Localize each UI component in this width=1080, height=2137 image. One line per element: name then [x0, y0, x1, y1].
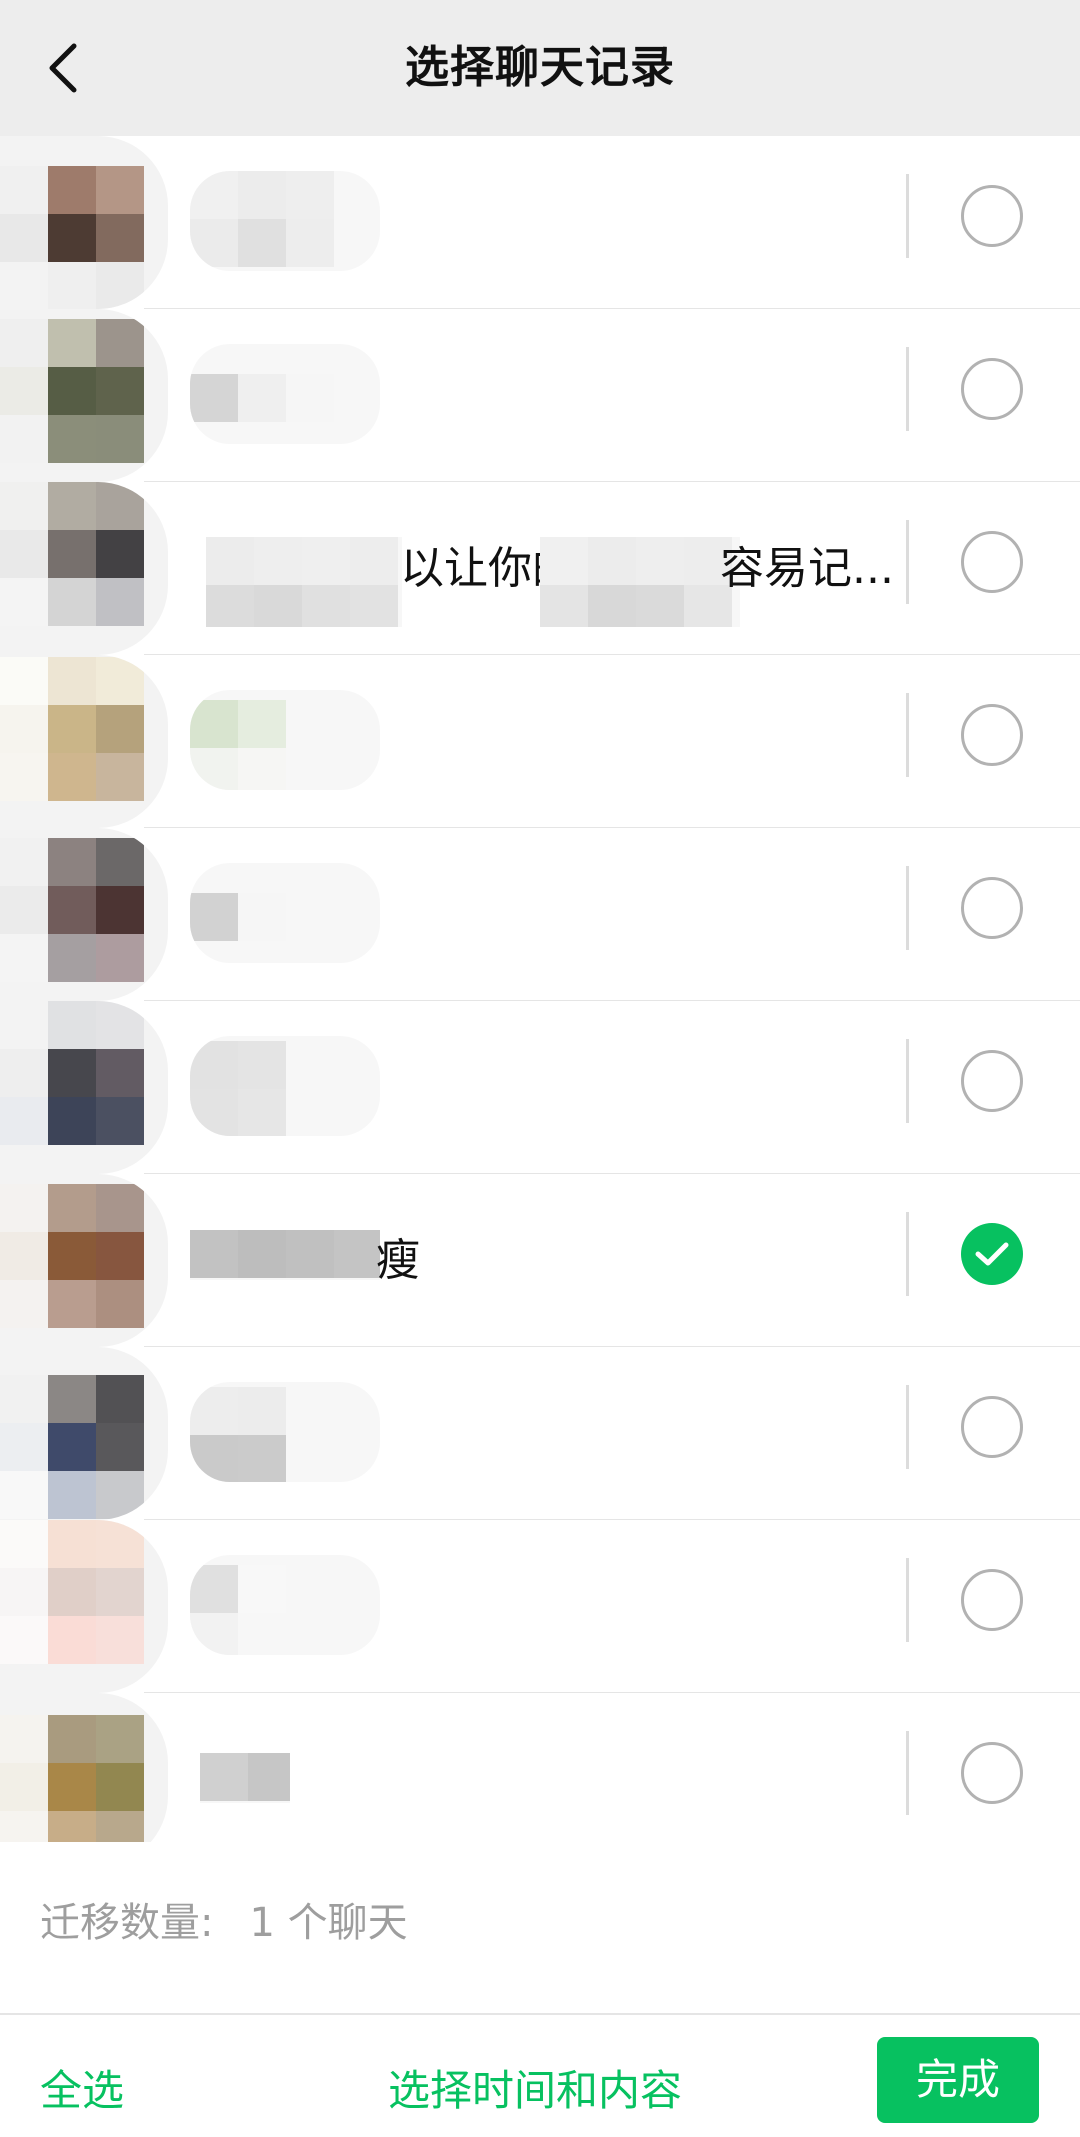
avatar	[0, 1347, 168, 1520]
migrate-count: 迁移数量: 1 个聊天	[40, 1890, 408, 1948]
select-radio[interactable]	[961, 1396, 1023, 1458]
done-button[interactable]: 完成	[877, 2037, 1039, 2123]
select-radio[interactable]	[961, 877, 1023, 939]
check-icon	[975, 1242, 1009, 1266]
migrate-count-value: 1 个聊天	[249, 1900, 408, 1946]
select-chat-records-screen: 选择聊天记录 以让你的 容易记... 瘦 迁移数量: 1 个聊天 全选 选择时间…	[0, 0, 1080, 2137]
chat-row[interactable]	[0, 136, 1080, 309]
row-divider	[906, 1039, 909, 1123]
chat-row[interactable]	[0, 1520, 1080, 1693]
row-divider	[906, 866, 909, 950]
select-time-content-button[interactable]: 选择时间和内容	[388, 2057, 682, 2118]
row-divider	[906, 347, 909, 431]
chat-preview-text: 瘦	[376, 1235, 420, 1286]
chat-row[interactable]	[0, 1693, 1080, 1842]
select-radio[interactable]	[961, 1569, 1023, 1631]
avatar	[0, 1520, 168, 1693]
avatar	[0, 1001, 168, 1174]
name-mosaic	[190, 1036, 380, 1136]
avatar	[0, 828, 168, 1001]
page-title: 选择聊天记录	[405, 42, 675, 93]
chat-preview-text: 容易记...	[720, 543, 894, 594]
name-mosaic	[206, 537, 402, 627]
avatar	[0, 1693, 168, 1842]
migrate-count-label: 迁移数量:	[40, 1900, 214, 1946]
select-all-button[interactable]: 全选	[40, 2057, 124, 2118]
chat-row[interactable]: 瘦	[0, 1174, 1080, 1347]
chat-row[interactable]: 以让你的 容易记...	[0, 482, 1080, 655]
row-divider	[906, 1385, 909, 1469]
name-mosaic	[190, 344, 380, 444]
name-mosaic	[190, 1382, 380, 1482]
name-mosaic	[190, 1555, 380, 1655]
name-mosaic	[540, 537, 740, 627]
name-mosaic	[200, 1753, 290, 1803]
name-mosaic	[190, 1230, 380, 1280]
row-divider	[906, 520, 909, 604]
chat-list[interactable]: 以让你的 容易记... 瘦	[0, 136, 1080, 1842]
row-divider	[906, 1558, 909, 1642]
avatar	[0, 482, 168, 655]
avatar	[0, 655, 168, 828]
select-radio-checked[interactable]	[961, 1223, 1023, 1285]
select-radio[interactable]	[961, 531, 1023, 593]
avatar	[0, 1174, 168, 1347]
row-divider	[906, 174, 909, 258]
row-divider	[906, 1731, 909, 1815]
chat-row[interactable]	[0, 1001, 1080, 1174]
select-radio[interactable]	[961, 1742, 1023, 1804]
row-divider	[906, 1212, 909, 1296]
avatar	[0, 309, 168, 482]
select-radio[interactable]	[961, 704, 1023, 766]
chat-row[interactable]	[0, 655, 1080, 828]
header-bar: 选择聊天记录	[0, 0, 1080, 136]
chat-row[interactable]	[0, 828, 1080, 1001]
select-radio[interactable]	[961, 358, 1023, 420]
name-mosaic	[190, 171, 380, 271]
select-radio[interactable]	[961, 1050, 1023, 1112]
name-mosaic	[190, 863, 380, 963]
name-mosaic	[190, 690, 380, 790]
row-divider	[906, 693, 909, 777]
chat-row[interactable]	[0, 1347, 1080, 1520]
select-radio[interactable]	[961, 185, 1023, 247]
avatar	[0, 136, 168, 309]
chat-row[interactable]	[0, 309, 1080, 482]
